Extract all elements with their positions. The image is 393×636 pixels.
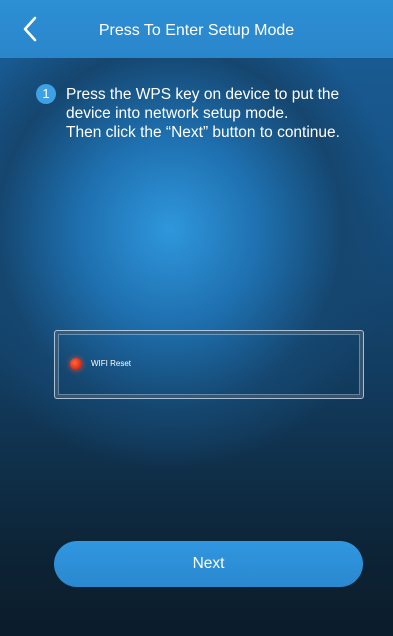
device-illustration: WIFI Reset <box>54 330 364 399</box>
next-button[interactable]: Next <box>54 541 363 587</box>
instruction-line: Press the WPS key on device to put the <box>66 86 340 103</box>
wifi-reset-led-icon <box>70 358 82 370</box>
wifi-reset-label: WIFI Reset <box>91 359 132 368</box>
step-instruction-text: Press the WPS key on device to put the d… <box>66 85 393 142</box>
header-bar: Press To Enter Setup Mode <box>0 0 393 58</box>
page-title: Press To Enter Setup Mode <box>98 22 295 39</box>
instruction-line: Then click the “Next” button to continue… <box>66 124 340 141</box>
chevron-left-icon[interactable] <box>18 15 44 43</box>
instruction-line: device into network setup mode. <box>66 105 289 122</box>
step-number-badge: 1 <box>36 84 56 104</box>
